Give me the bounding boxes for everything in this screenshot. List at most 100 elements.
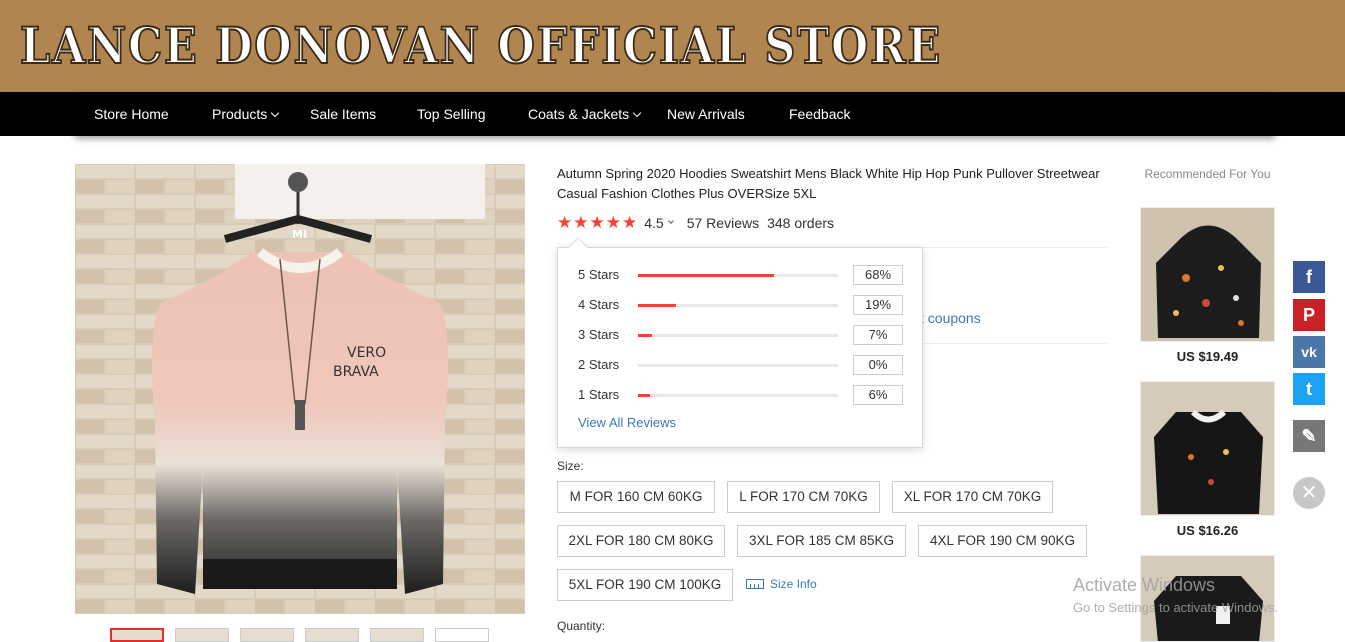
rating-bar [638, 364, 838, 367]
recommended-item-price: US $16.26 [1176, 523, 1239, 538]
nav-item-new-arrivals[interactable]: New Arrivals [667, 92, 745, 136]
vk-icon: vk [1301, 344, 1317, 360]
chevron-down-icon [632, 108, 642, 118]
nav-item-feedback[interactable]: Feedback [789, 92, 850, 136]
thumbnail[interactable] [305, 628, 359, 642]
size-label: Size: [557, 459, 584, 473]
recommended-item-image[interactable] [1140, 207, 1275, 342]
coupons-link[interactable]: t coupons [920, 310, 981, 326]
thumbnail[interactable] [370, 628, 424, 642]
recommended-item-image[interactable] [1140, 381, 1275, 516]
thumbnail[interactable] [435, 628, 489, 642]
rating-row-label: 1 Stars [578, 387, 620, 402]
star-icon: ★ [557, 213, 573, 232]
rating-percent: 7% [853, 325, 903, 345]
product-title: Autumn Spring 2020 Hoodies Sweatshirt Me… [557, 166, 1100, 201]
view-all-reviews-link[interactable]: View All Reviews [578, 415, 676, 430]
shirt-print-line1: VERO [347, 345, 386, 361]
nav-bar: Store Home Products Sale Items Top Selli… [75, 92, 1275, 136]
rating-percent: 0% [853, 355, 903, 375]
nav-label: Products [212, 106, 268, 122]
chevron-down-icon [271, 108, 280, 118]
popup-arrow [568, 237, 588, 257]
vk-share-button[interactable]: vk [1293, 336, 1325, 368]
product-main-image[interactable]: VERO BRAVA MI [75, 164, 525, 614]
rating-row-5: 5 Stars 68% [578, 265, 908, 285]
rating-percent: 68% [853, 265, 903, 285]
rating-summary[interactable]: ★ ★ ★ ★ ★ 4.5 57 Reviews 348 orders [557, 213, 834, 233]
orders-count: 348 orders [767, 215, 835, 231]
reviews-count[interactable]: 57 Reviews [687, 215, 759, 231]
star-icon: ★ [605, 213, 621, 232]
thumbnail[interactable] [240, 628, 294, 642]
size-option-3xl[interactable]: 3XL FOR 185 CM 85KG [737, 525, 906, 557]
rating-bar-fill [638, 304, 676, 307]
store-title: LANCE DONOVAN OFFICIAL STORE [19, 16, 943, 75]
store-banner: LANCE DONOVAN OFFICIAL STORE [0, 0, 1345, 92]
rating-bar [638, 334, 838, 337]
activate-windows-title: Activate Windows [1073, 575, 1216, 595]
shirt-print-line2: BRAVA [333, 364, 379, 380]
nav-label: New Arrivals [667, 106, 745, 122]
rating-row-label: 2 Stars [578, 357, 620, 372]
rating-bar-fill [638, 394, 650, 397]
rating-bar [638, 274, 838, 277]
rating-row-label: 5 Stars [578, 267, 620, 282]
rating-bar [638, 304, 838, 307]
size-info-link[interactable]: Size Info [746, 577, 817, 591]
facebook-share-button[interactable]: f [1293, 261, 1325, 293]
star-icon: ★ [573, 213, 589, 232]
pinterest-share-button[interactable]: P [1293, 299, 1325, 331]
size-info-label: Size Info [770, 577, 817, 591]
thumbnail[interactable] [110, 628, 164, 642]
chevron-down-icon [667, 218, 674, 224]
size-option-m[interactable]: M FOR 160 CM 60KG [557, 481, 715, 513]
nav-item-coats-jackets[interactable]: Coats & Jackets [528, 92, 642, 136]
ruler-icon [746, 579, 764, 589]
thumbnail[interactable] [175, 628, 229, 642]
quantity-label: Quantity: [557, 619, 606, 633]
nav-item-top-selling[interactable]: Top Selling [417, 92, 486, 136]
star-icon: ★ [622, 213, 638, 232]
recommended-title: Recommended For You [1144, 167, 1271, 181]
recommended-item-price: US $19.49 [1176, 349, 1239, 364]
pinterest-icon: P [1302, 305, 1315, 325]
facebook-icon: f [1306, 267, 1312, 287]
rating-percent: 6% [853, 385, 903, 405]
hanger-logo: MI [292, 228, 307, 241]
nav-label: Top Selling [417, 106, 486, 122]
size-option-5xl[interactable]: 5XL FOR 190 CM 100KG [557, 569, 733, 601]
sweatshirt-illustration [1141, 382, 1274, 515]
nav-item-store-home[interactable]: Store Home [94, 92, 169, 136]
rating-value: 4.5 [644, 215, 664, 231]
nav-item-sale-items[interactable]: Sale Items [310, 92, 376, 136]
rating-bar-fill [638, 274, 774, 277]
edit-share-button[interactable]: ✎ [1293, 420, 1325, 452]
rating-percent: 19% [853, 295, 903, 315]
sweatshirt-illustration: VERO BRAVA MI [75, 164, 525, 614]
close-icon: ✕ [1300, 482, 1318, 504]
close-share-button[interactable]: ✕ [1293, 477, 1325, 509]
nav-label: Sale Items [310, 106, 377, 122]
edit-icon: ✎ [1301, 426, 1317, 446]
rating-row-3: 3 Stars 7% [578, 325, 908, 345]
size-option-l[interactable]: L FOR 170 CM 70KG [727, 481, 880, 513]
nav-label: Feedback [789, 106, 851, 122]
twitter-share-button[interactable]: t [1293, 373, 1325, 405]
activate-windows-subtitle: Go to Settings to activate Windows. [1073, 600, 1279, 615]
rating-row-2: 2 Stars 0% [578, 355, 908, 375]
size-option-xl[interactable]: XL FOR 170 CM 70KG [892, 481, 1053, 513]
nav-item-products[interactable]: Products [212, 92, 280, 136]
store-nav: Store Home Products Sale Items Top Selli… [0, 92, 1345, 136]
size-option-4xl[interactable]: 4XL FOR 190 CM 90KG [918, 525, 1087, 557]
star-icon: ★ [589, 213, 605, 232]
nav-label: Store Home [94, 106, 169, 122]
nav-label: Coats & Jackets [528, 106, 630, 122]
rating-bar-fill [638, 334, 652, 337]
hoodie-illustration [1141, 208, 1274, 341]
twitter-icon: t [1306, 379, 1312, 399]
recommended-item-image[interactable] [1140, 555, 1275, 642]
rating-bar [638, 394, 838, 397]
rating-row-label: 4 Stars [578, 297, 620, 312]
size-option-2xl[interactable]: 2XL FOR 180 CM 80KG [557, 525, 725, 557]
